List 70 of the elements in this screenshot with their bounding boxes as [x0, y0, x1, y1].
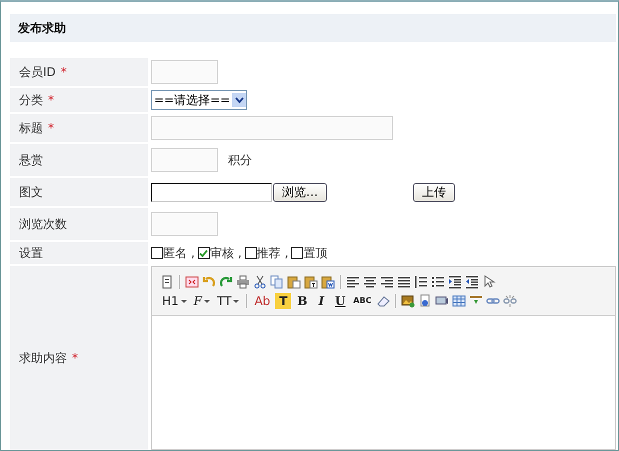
checkbox[interactable]	[198, 247, 210, 259]
format-button[interactable]: T	[275, 292, 292, 308]
justify-icon[interactable]	[397, 274, 411, 288]
required-mark: *	[72, 351, 78, 365]
upload-button[interactable]: 上传	[413, 182, 455, 202]
unit-label: 积分	[228, 152, 252, 168]
rich-text-editor[interactable]: H1 F TT Ab T B I U ABC	[151, 266, 616, 450]
field-label: 会员ID	[19, 64, 56, 80]
flash-icon[interactable]	[418, 294, 432, 308]
outdent-icon[interactable]	[465, 274, 479, 288]
format-button[interactable]: Ab	[252, 292, 272, 308]
numbered-list-icon[interactable]	[414, 274, 428, 288]
format-dropdown[interactable]: H1	[160, 292, 189, 308]
checkbox-label: 匿名	[163, 244, 187, 262]
unlink-icon[interactable]	[503, 294, 518, 308]
redo-icon[interactable]	[219, 274, 233, 288]
field-label: 标题	[19, 120, 43, 136]
field-label: 浏览次数	[19, 216, 67, 232]
align-right-icon[interactable]	[380, 274, 394, 288]
file-input[interactable]	[151, 182, 272, 202]
eraser-icon[interactable]	[376, 294, 390, 308]
caret-icon	[180, 298, 187, 304]
checkbox[interactable]	[151, 247, 163, 259]
caret-icon	[204, 298, 210, 304]
table-icon[interactable]	[452, 294, 466, 308]
checkbox-label: 置顶	[303, 244, 328, 262]
required-mark: *	[60, 65, 67, 79]
fullscreen-icon[interactable]	[185, 274, 199, 288]
separator-comma: ,	[191, 246, 195, 260]
field-label: 设置	[19, 244, 43, 262]
field-label: 求助内容	[19, 350, 67, 366]
field-label: 分类	[19, 92, 43, 108]
source-icon[interactable]	[160, 274, 174, 288]
format-button[interactable]: B	[294, 292, 310, 308]
media-icon[interactable]	[435, 294, 450, 308]
pointer-icon[interactable]	[482, 274, 496, 288]
field-label: 图文	[19, 184, 43, 200]
panel-title: 发布求助	[10, 14, 616, 42]
format-dropdown[interactable]: F	[192, 292, 212, 308]
text-input[interactable]	[151, 60, 218, 84]
text-input[interactable]	[151, 148, 218, 172]
format-button[interactable]: ABC	[351, 292, 374, 308]
category-select[interactable]: ==请选择==	[151, 90, 248, 110]
format-button[interactable]: U	[332, 292, 348, 308]
required-mark: *	[48, 121, 54, 135]
bullet-list-icon[interactable]	[431, 274, 445, 288]
text-input[interactable]	[151, 116, 393, 140]
format-button[interactable]: I	[313, 292, 330, 308]
caret-icon	[233, 298, 240, 304]
checkbox-label: 推荐	[256, 244, 281, 262]
checkbox-label: 审核	[210, 244, 234, 262]
format-dropdown[interactable]: TT	[215, 292, 242, 308]
indent-icon[interactable]	[448, 274, 462, 288]
cut-icon[interactable]	[253, 274, 267, 288]
checkbox[interactable]	[291, 247, 304, 259]
required-mark: *	[48, 93, 54, 107]
image-icon[interactable]	[401, 294, 416, 308]
field-label: 悬赏	[19, 152, 43, 168]
paste-text-icon[interactable]	[304, 274, 318, 288]
copy-icon[interactable]	[270, 274, 284, 288]
separator-comma: ,	[284, 246, 288, 260]
align-center-icon[interactable]	[363, 274, 377, 288]
print-icon[interactable]	[236, 274, 250, 288]
text-input[interactable]	[151, 212, 218, 236]
separator-comma: ,	[238, 246, 242, 260]
paste-icon[interactable]	[287, 274, 301, 288]
paste-word-icon[interactable]	[321, 274, 335, 288]
align-left-icon[interactable]	[346, 274, 360, 288]
browse-button[interactable]: 浏览…	[273, 182, 327, 202]
checkbox[interactable]	[244, 247, 257, 259]
